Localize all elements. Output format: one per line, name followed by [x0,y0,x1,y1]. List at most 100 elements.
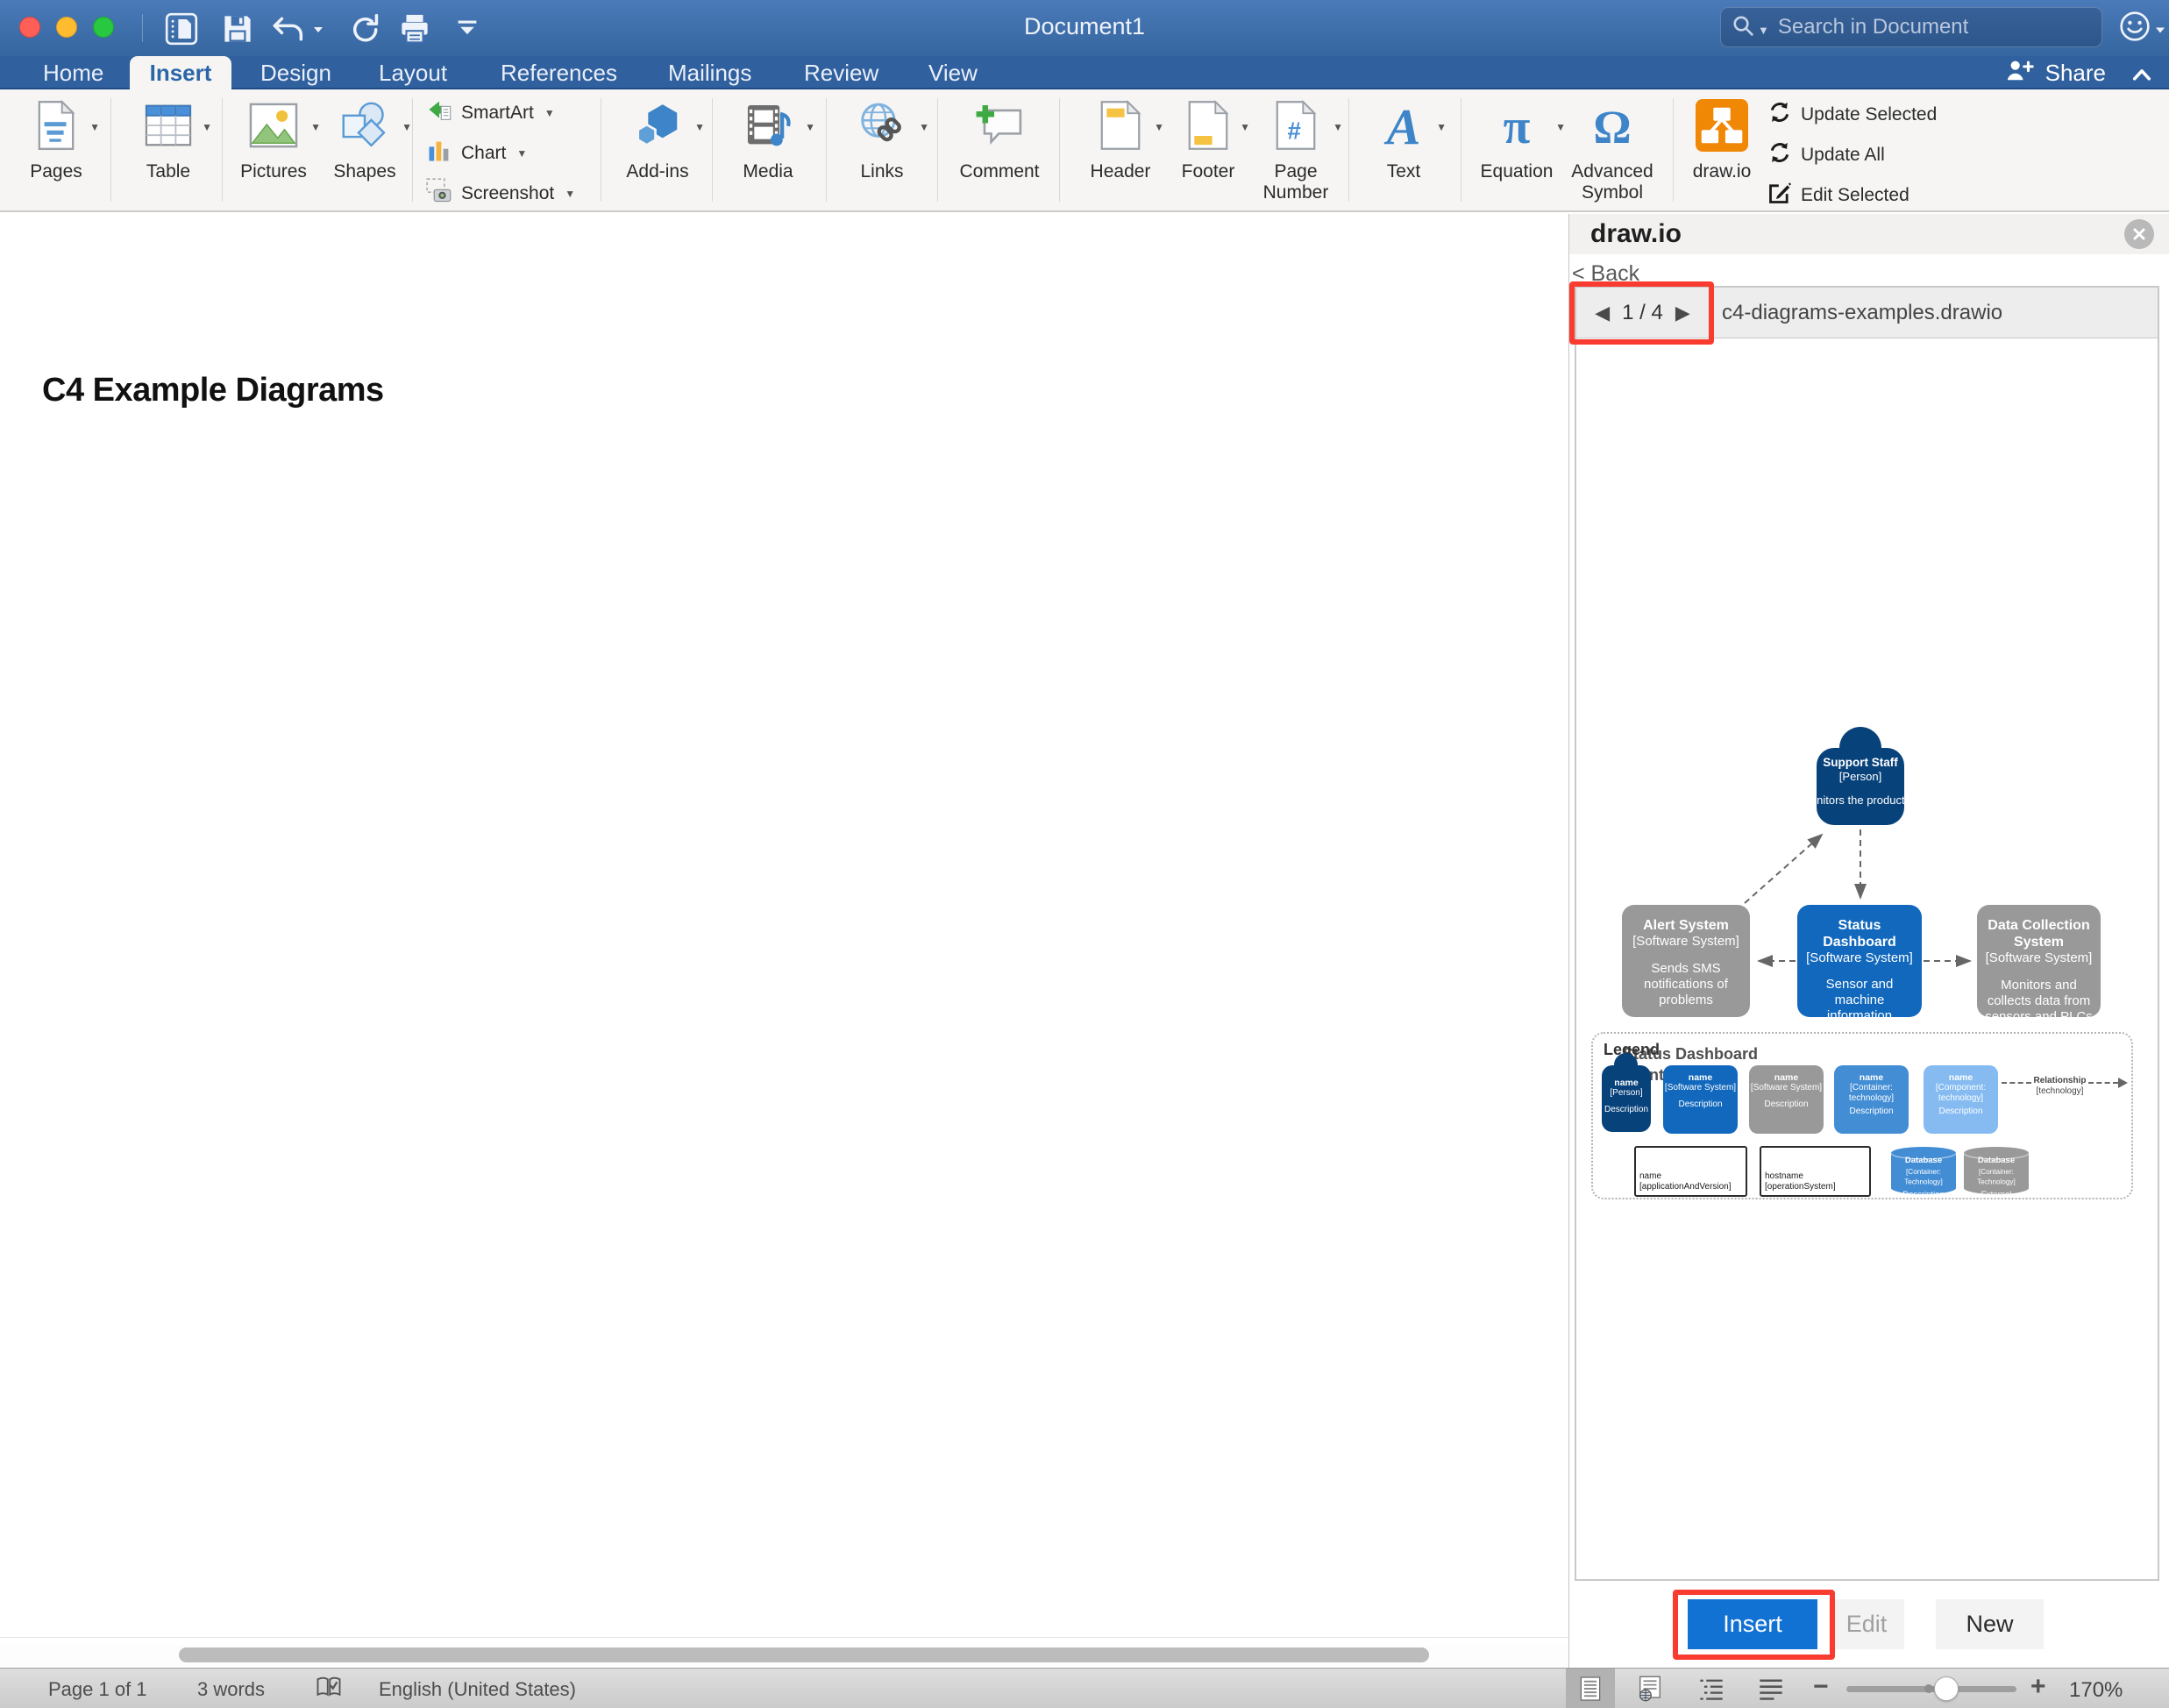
tab-layout[interactable]: Layout [379,56,447,89]
smartart-dropdown-icon[interactable]: ▼ [544,107,555,119]
update-all-button[interactable]: Update All [1767,142,1885,168]
pager-highlight-annotation [1569,281,1714,345]
person-support-staff: Support Staff [Person] Monitors the prod… [1817,748,1904,825]
pages-button[interactable]: ▼ Pages [16,96,96,207]
media-dropdown-icon[interactable]: ▼ [805,121,815,133]
panel-close-icon[interactable] [2124,219,2154,249]
print-layout-view-button[interactable] [1566,1669,1615,1708]
equation-button[interactable]: π▼ Equation [1471,96,1562,207]
feedback-dropdown-icon[interactable] [2155,23,2165,39]
shapes-dropdown-icon[interactable]: ▼ [402,121,412,133]
language-indicator[interactable]: English (United States) [379,1678,576,1701]
tab-view[interactable]: View [928,56,978,89]
update-selected-button[interactable]: Update Selected [1767,102,1937,128]
ribbon-collapse-icon[interactable] [2132,60,2151,87]
addins-button[interactable]: ▼ Add-ins [614,96,701,207]
horizontal-scrollbar[interactable] [0,1645,1568,1666]
links-icon [857,101,907,154]
zoom-level[interactable]: 170% [2069,1678,2123,1703]
legend-relationship: Relationship [technology] [1998,1076,2131,1128]
share-label[interactable]: Share [2045,60,2106,87]
smartart-button[interactable]: SmartArt▼ [426,100,555,126]
outline-view-button[interactable] [1690,1669,1732,1708]
chart-button[interactable]: Chart▼ [426,140,527,167]
page-count[interactable]: Page 1 of 1 [48,1678,147,1701]
edit-pencil-icon [1767,181,1792,210]
pages-dropdown-icon[interactable]: ▼ [89,121,100,133]
advanced-symbol-icon: Ω [1593,102,1631,153]
legend-node-app: name[applicationAndVersion] [1634,1146,1747,1197]
web-layout-view-button[interactable] [1629,1669,1671,1708]
tab-references[interactable]: References [501,56,617,89]
table-dropdown-icon[interactable]: ▼ [202,121,212,133]
tab-home[interactable]: Home [43,56,103,89]
edit-button[interactable]: Edit [1829,1599,1904,1649]
chart-dropdown-icon[interactable]: ▼ [516,147,527,160]
footer-icon [1187,100,1229,155]
search-box[interactable]: ▼ [1720,7,2102,47]
legend-system-external: name [Software System] Description [1749,1065,1824,1134]
system-data-collection: Data Collection System [Software System]… [1977,905,2101,1017]
search-icon [1732,14,1754,41]
media-button[interactable]: ▼ Media [724,96,812,207]
share-person-add-icon[interactable] [2005,59,2035,88]
text-button[interactable]: A▼ Text [1364,96,1443,207]
screenshot-button[interactable]: Screenshot▼ [426,181,575,207]
advanced-symbol-button[interactable]: Ω Advanced Symbol [1566,96,1659,207]
zoom-slider-marker [1924,1684,1933,1693]
zoom-slider-knob[interactable] [1934,1676,1959,1701]
edit-selected-button[interactable]: Edit Selected [1767,182,1909,209]
word-count[interactable]: 3 words [197,1678,265,1701]
page-number-button[interactable]: #▼ Page Number [1252,96,1340,207]
drawio-icon [1696,99,1748,156]
search-input[interactable] [1778,15,2091,39]
horizontal-scrollbar-thumb[interactable] [179,1648,1429,1662]
legend-database-external: Database [Container: Technology] Externa… [1961,1144,2031,1197]
comment-button[interactable]: Comment [952,96,1047,207]
pages-icon [36,100,76,155]
share-group: Share [2005,56,2151,89]
screenshot-dropdown-icon[interactable]: ▼ [565,188,575,200]
draft-view-button[interactable] [1750,1669,1792,1708]
equation-dropdown-icon[interactable]: ▼ [1555,121,1566,133]
system-alert: Alert System [Software System] Sends SMS… [1622,905,1750,1017]
zoom-in-button[interactable]: + [2030,1672,2046,1702]
legend-component: name [Component: technology] Description [1924,1065,1998,1134]
legend-node-host: hostname[operationSystem] [1760,1146,1871,1197]
tab-mailings[interactable]: Mailings [668,56,751,89]
tab-insert[interactable]: Insert [130,56,231,89]
shapes-icon [339,101,390,154]
relationship-dash [2002,1082,2031,1084]
media-icon [743,101,793,154]
document-canvas[interactable]: C4 Example Diagrams [0,214,1568,1638]
tab-review[interactable]: Review [804,56,878,89]
page-number-dropdown-icon[interactable]: ▼ [1333,121,1343,133]
header-button[interactable]: ▼ Header [1080,96,1161,207]
chart-icon [426,138,452,169]
zoom-out-button[interactable]: − [1813,1672,1829,1702]
shapes-button[interactable]: ▼ Shapes [321,96,409,207]
document-heading: C4 Example Diagrams [42,372,384,409]
relationship-arrowhead [2118,1078,2128,1088]
search-scope-chevron-icon[interactable]: ▼ [1758,24,1769,37]
feedback-smiley-icon[interactable] [2118,10,2151,47]
diagram-legend: Legend name [Person] Description name [S… [1591,1032,2133,1199]
header-dropdown-icon[interactable]: ▼ [1154,121,1164,133]
links-dropdown-icon[interactable]: ▼ [919,121,929,133]
footer-button[interactable]: ▼ Footer [1170,96,1247,207]
panel-title: draw.io [1590,219,1682,249]
pager-bar: ◀ 1 / 4 ▶ c4-diagrams-examples.drawio [1576,288,2158,338]
pictures-button[interactable]: ▼ Pictures [230,96,317,207]
drawio-panel: draw.io < Back ◀ 1 / 4 ▶ c4-diagrams-exa… [1568,214,2169,1668]
addins-dropdown-icon[interactable]: ▼ [694,121,705,133]
links-button[interactable]: ▼ Links [838,96,926,207]
table-button[interactable]: ▼ Table [128,96,209,207]
footer-dropdown-icon[interactable]: ▼ [1240,121,1250,133]
drawio-ribbon-button[interactable]: draw.io [1682,96,1762,207]
new-button[interactable]: New [1936,1599,2044,1649]
pictures-dropdown-icon[interactable]: ▼ [310,121,321,133]
spellcheck-icon[interactable] [316,1676,342,1704]
tab-design[interactable]: Design [260,56,331,89]
text-dropdown-icon[interactable]: ▼ [1436,121,1447,133]
diagram-preview: ◀ 1 / 4 ▶ c4-diagrams-examples.drawio Su… [1575,286,2159,1581]
